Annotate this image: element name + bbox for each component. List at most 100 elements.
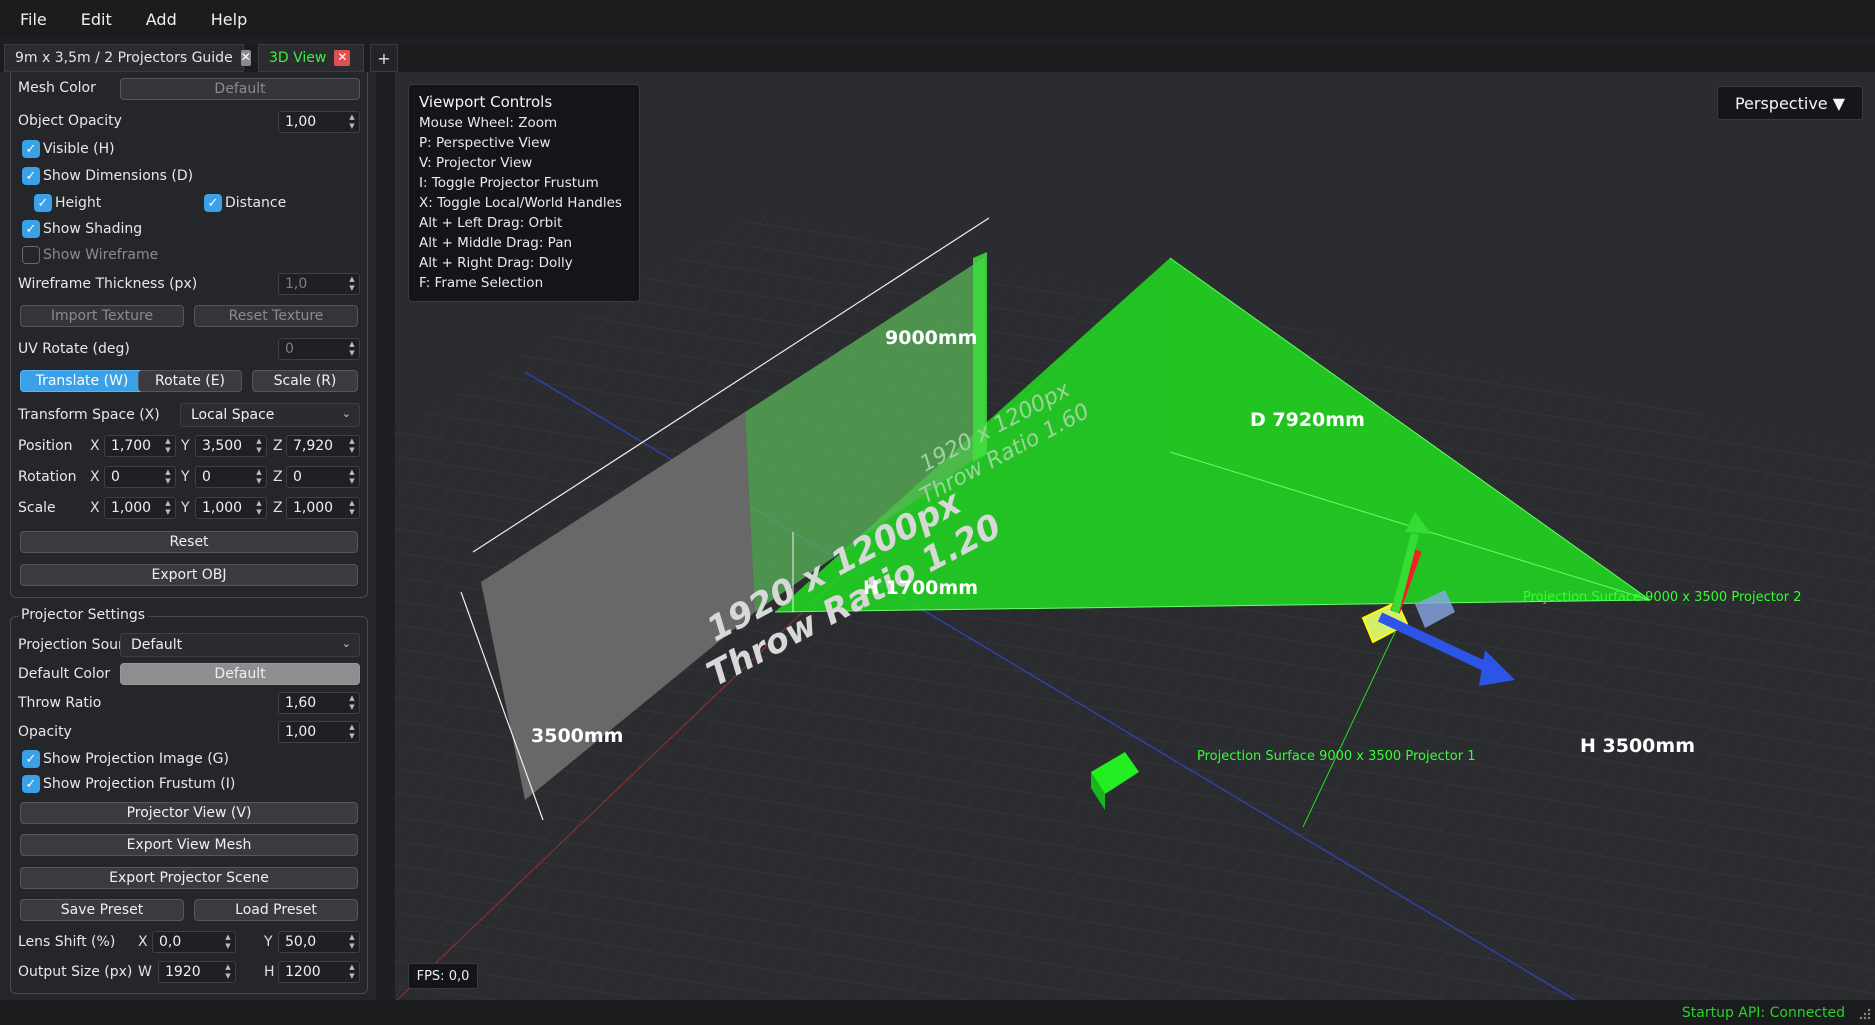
wireframe-thickness-input[interactable]: 1,0 ▲ ▼ xyxy=(278,273,360,295)
distance-dimension-label: D 7920mm xyxy=(1250,409,1365,431)
scale-z-input[interactable]: 1,000 ▲ ▼ xyxy=(286,497,360,519)
default-color-button[interactable]: Default xyxy=(120,663,360,685)
height-label: Height xyxy=(55,195,102,211)
position-z-input[interactable]: 7,920 ▲ ▼ xyxy=(286,435,360,457)
output-size-label: Output Size (px) xyxy=(18,964,133,980)
save-preset-button[interactable]: Save Preset xyxy=(20,899,184,921)
output-height-value: 1200 xyxy=(285,964,321,980)
object-opacity-input[interactable]: 1,00 ▲ ▼ xyxy=(278,111,360,133)
position-y-value: 3,500 xyxy=(202,438,243,454)
spin-arrows-icon[interactable]: ▲ ▼ xyxy=(347,113,357,131)
output-width-input[interactable]: 1920 ▲ ▼ xyxy=(158,961,236,983)
rotation-z-input[interactable]: 0 ▲ ▼ xyxy=(286,466,360,488)
show-projection-frustum-label: Show Projection Frustum (I) xyxy=(43,776,236,792)
scale-x-input[interactable]: 1,000 ▲ ▼ xyxy=(104,497,176,519)
rotation-label: Rotation xyxy=(18,469,77,485)
spin-arrows-icon[interactable]: ▲ ▼ xyxy=(163,499,173,517)
viewport-controls-panel: Viewport Controls Mouse Wheel: Zoom P: P… xyxy=(408,84,640,302)
lens-shift-y-value: 50,0 xyxy=(285,934,317,950)
axis-z-label: Z xyxy=(273,500,283,516)
export-projector-scene-button[interactable]: Export Projector Scene xyxy=(20,867,358,889)
show-projection-frustum-checkbox[interactable]: ✓ Show Projection Frustum (I) xyxy=(22,775,235,793)
projector-1-label: Projection Surface 9000 x 3500 Projector… xyxy=(1197,749,1476,764)
uv-rotate-input[interactable]: 0 ▲ ▼ xyxy=(278,338,360,360)
lens-shift-x-input[interactable]: 0,0 ▲ ▼ xyxy=(152,931,236,953)
axis-y-label: Y xyxy=(264,934,273,950)
width-dimension-label: 9000mm xyxy=(885,327,977,349)
spin-arrows-icon[interactable]: ▲ ▼ xyxy=(347,963,357,981)
scale-x-value: 1,000 xyxy=(111,500,152,516)
spin-arrows-icon[interactable]: ▲ ▼ xyxy=(347,468,357,486)
position-label: Position xyxy=(18,438,73,454)
close-icon[interactable]: ✕ xyxy=(240,50,251,66)
rotation-x-input[interactable]: 0 ▲ ▼ xyxy=(104,466,176,488)
position-x-input[interactable]: 1,700 ▲ ▼ xyxy=(104,435,176,457)
show-wireframe-checkbox[interactable]: Show Wireframe xyxy=(22,246,158,264)
close-icon[interactable]: ✕ xyxy=(334,50,351,66)
tab-guide-label: 9m x 3,5m / 2 Projectors Guide xyxy=(15,50,233,66)
control-hint: I: Toggle Projector Frustum xyxy=(419,175,599,191)
control-hint: P: Perspective View xyxy=(419,135,551,151)
spin-arrows-icon[interactable]: ▲ ▼ xyxy=(254,499,264,517)
spin-arrows-icon[interactable]: ▲ ▼ xyxy=(254,437,264,455)
scale-button[interactable]: Scale (R) xyxy=(252,370,358,392)
uv-rotate-label: UV Rotate (deg) xyxy=(18,341,130,357)
translate-button[interactable]: Translate (W) xyxy=(20,370,144,392)
fps-counter: FPS: 0,0 xyxy=(408,963,478,989)
show-dimensions-checkbox[interactable]: ✓ Show Dimensions (D) xyxy=(22,167,193,185)
rotation-y-input[interactable]: 0 ▲ ▼ xyxy=(195,466,267,488)
spin-arrows-icon[interactable]: ▲ ▼ xyxy=(347,437,357,455)
menu-edit[interactable]: Edit xyxy=(69,10,134,29)
show-shading-checkbox[interactable]: ✓ Show Shading xyxy=(22,220,142,238)
projection-source-select[interactable]: Default ⌄ xyxy=(120,633,360,657)
throw-ratio-input[interactable]: 1,60 ▲ ▼ xyxy=(278,692,360,714)
menu-file[interactable]: File xyxy=(8,10,69,29)
spin-arrows-icon[interactable]: ▲ ▼ xyxy=(347,694,357,712)
height-checkbox[interactable]: ✓ Height xyxy=(34,194,101,212)
output-height-input[interactable]: 1200 ▲ ▼ xyxy=(278,961,360,983)
spin-arrows-icon[interactable]: ▲ ▼ xyxy=(223,933,233,951)
transform-space-select[interactable]: Local Space ⌄ xyxy=(180,403,360,427)
projector-opacity-input[interactable]: 1,00 ▲ ▼ xyxy=(278,721,360,743)
resize-grip-icon[interactable] xyxy=(1857,1006,1871,1020)
projector-view-button[interactable]: Projector View (V) xyxy=(20,802,358,824)
spin-arrows-icon[interactable]: ▲ ▼ xyxy=(347,933,357,951)
export-obj-button[interactable]: Export OBJ xyxy=(20,564,358,586)
spin-arrows-icon[interactable]: ▲ ▼ xyxy=(254,468,264,486)
spin-arrows-icon[interactable]: ▲ ▼ xyxy=(347,499,357,517)
tab-bar: 9m x 3,5m / 2 Projectors Guide ✕ 3D View… xyxy=(0,44,1875,72)
menu-help[interactable]: Help xyxy=(199,10,269,29)
mesh-color-button[interactable]: Default xyxy=(120,78,360,100)
export-view-mesh-button[interactable]: Export View Mesh xyxy=(20,834,358,856)
reset-button[interactable]: Reset xyxy=(20,531,358,553)
load-preset-button[interactable]: Load Preset xyxy=(194,899,358,921)
add-tab-button[interactable]: + xyxy=(370,44,398,72)
spin-arrows-icon[interactable]: ▲ ▼ xyxy=(347,275,357,293)
check-icon: ✓ xyxy=(22,140,40,158)
lens-shift-y-input[interactable]: 50,0 ▲ ▼ xyxy=(278,931,360,953)
position-y-input[interactable]: 3,500 ▲ ▼ xyxy=(195,435,267,457)
spin-arrows-icon[interactable]: ▲ ▼ xyxy=(347,723,357,741)
import-texture-button[interactable]: Import Texture xyxy=(20,305,184,327)
projector-2-height-label: H 3500mm xyxy=(1580,735,1695,757)
visible-checkbox[interactable]: ✓ Visible (H) xyxy=(22,140,115,158)
spin-arrows-icon[interactable]: ▲ ▼ xyxy=(163,468,173,486)
scale-y-input[interactable]: 1,000 ▲ ▼ xyxy=(195,497,267,519)
spin-arrows-icon[interactable]: ▲ ▼ xyxy=(163,437,173,455)
view-mode-dropdown[interactable]: Perspective ▼ xyxy=(1717,86,1863,120)
width-axis-label: W xyxy=(138,964,152,980)
show-dimensions-label: Show Dimensions (D) xyxy=(43,168,194,184)
tab-3d-view[interactable]: 3D View ✕ xyxy=(258,44,364,72)
tab-guide[interactable]: 9m x 3,5m / 2 Projectors Guide ✕ xyxy=(4,44,251,72)
control-hint: Alt + Right Drag: Dolly xyxy=(419,255,573,271)
show-projection-image-checkbox[interactable]: ✓ Show Projection Image (G) xyxy=(22,750,229,768)
axis-x-label: X xyxy=(138,934,148,950)
distance-checkbox[interactable]: ✓ Distance xyxy=(204,194,286,212)
menu-add[interactable]: Add xyxy=(134,10,199,29)
spin-arrows-icon[interactable]: ▲ ▼ xyxy=(347,340,357,358)
distance-label: Distance xyxy=(225,195,287,211)
reset-texture-button[interactable]: Reset Texture xyxy=(194,305,358,327)
rotate-button[interactable]: Rotate (E) xyxy=(138,370,242,392)
projector-opacity-label: Opacity xyxy=(18,724,72,740)
spin-arrows-icon[interactable]: ▲ ▼ xyxy=(223,963,233,981)
